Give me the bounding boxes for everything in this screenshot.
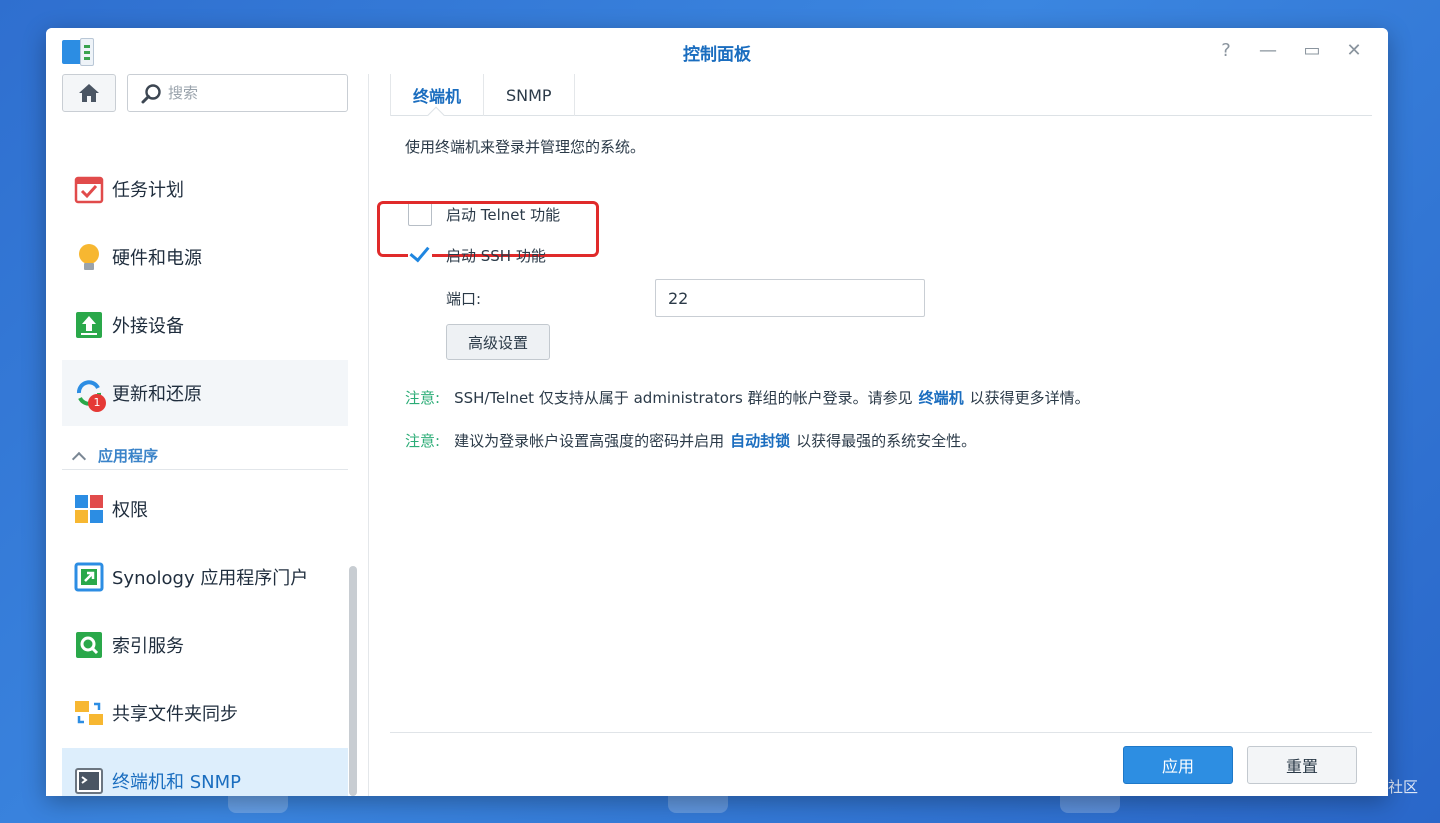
sidebar-item-indexing-service[interactable]: 索引服务 xyxy=(62,612,348,678)
note-label: 注意: xyxy=(405,432,441,450)
sidebar-item-shared-folder-sync[interactable]: 共享文件夹同步 xyxy=(62,680,348,746)
section-label: 应用程序 xyxy=(98,447,159,465)
note-row: 注意: 建议为登录帐户设置高强度的密码并启用 自动封锁 以获得最强的系统安全性。 xyxy=(405,430,976,451)
shared-folder-sync-icon xyxy=(74,698,104,728)
divider xyxy=(368,74,369,796)
sidebar: 任务计划 硬件和电源 外接设备 1 更新和还原 应用程序 xyxy=(46,74,368,796)
apply-button[interactable]: 应用 xyxy=(1123,746,1233,784)
indexing-service-icon xyxy=(74,630,104,660)
note-text: 以获得更多详情。 xyxy=(969,389,1090,407)
sidebar-item-label: 共享文件夹同步 xyxy=(112,704,238,725)
sidebar-item-label: 索引服务 xyxy=(112,636,184,657)
sidebar-item-label: 终端机和 SNMP xyxy=(112,772,241,793)
chevron-up-icon xyxy=(71,451,87,466)
home-icon xyxy=(79,84,99,102)
section-header-applications[interactable]: 应用程序 xyxy=(62,442,348,470)
auto-block-link[interactable]: 自动封锁 xyxy=(730,432,790,450)
maximize-icon[interactable]: ▭ xyxy=(1300,40,1324,62)
note-label: 注意: xyxy=(405,389,441,407)
note-text: 建议为登录帐户设置高强度的密码并启用 xyxy=(454,432,725,450)
sidebar-item-app-portal[interactable]: Synology 应用程序门户 xyxy=(62,544,348,610)
sidebar-item-label: 外接设备 xyxy=(112,316,184,337)
terminal-icon xyxy=(74,766,104,796)
external-device-icon xyxy=(74,310,104,340)
update-restore-icon: 1 xyxy=(74,378,106,412)
privileges-icon xyxy=(74,494,104,524)
app-portal-icon xyxy=(74,562,104,592)
sidebar-item-external-devices[interactable]: 外接设备 xyxy=(62,292,348,358)
sidebar-item-task-scheduler[interactable]: 任务计划 xyxy=(62,156,348,222)
sidebar-item-privileges[interactable]: 权限 xyxy=(62,476,348,542)
note-text: 以获得最强的系统安全性。 xyxy=(796,432,977,450)
sidebar-item-label: 更新和还原 xyxy=(112,384,202,405)
port-field[interactable]: 22 xyxy=(655,279,925,317)
lightbulb-icon xyxy=(74,242,104,272)
note-text: SSH/Telnet 仅支持从属于 administrators 群组的帐户登录… xyxy=(454,389,913,407)
control-panel-window: 控制面板 ? — ▭ ✕ 任务计划 硬件和 xyxy=(46,28,1388,796)
window-title: 控制面板 xyxy=(683,45,751,65)
ssh-option[interactable]: 启动 SSH 功能 xyxy=(408,243,546,267)
advanced-settings-button[interactable]: 高级设置 xyxy=(446,324,550,360)
minimize-icon[interactable]: — xyxy=(1256,40,1280,62)
help-icon[interactable]: ? xyxy=(1214,40,1238,62)
sidebar-item-label: 硬件和电源 xyxy=(112,248,202,269)
calendar-check-icon xyxy=(74,174,104,204)
sidebar-item-label: 任务计划 xyxy=(112,180,184,201)
tab-bar: 终端机 SNMP xyxy=(390,74,1372,124)
sidebar-item-label: 权限 xyxy=(112,500,148,521)
tab-snmp[interactable]: SNMP xyxy=(484,74,575,116)
search-input[interactable] xyxy=(168,82,338,104)
ssh-checkbox[interactable] xyxy=(408,243,432,267)
description-text: 使用终端机来登录并管理您的系统。 xyxy=(405,138,646,156)
terminal-help-link[interactable]: 终端机 xyxy=(919,389,964,407)
port-label: 端口: xyxy=(446,290,482,308)
note-row: 注意: SSH/Telnet 仅支持从属于 administrators 群组的帐… xyxy=(405,387,1090,408)
footer-divider xyxy=(390,732,1372,733)
notification-badge: 1 xyxy=(88,394,106,412)
main-content: 终端机 SNMP 使用终端机来登录并管理您的系统。 启动 Telnet 功能 启… xyxy=(377,74,1372,796)
reset-button[interactable]: 重置 xyxy=(1247,746,1357,784)
search-box[interactable] xyxy=(127,74,348,112)
sidebar-item-hardware-power[interactable]: 硬件和电源 xyxy=(62,224,348,290)
sidebar-item-update-restore[interactable]: 1 更新和还原 xyxy=(62,360,348,426)
sidebar-item-terminal-snmp[interactable]: 终端机和 SNMP xyxy=(62,748,348,796)
home-button[interactable] xyxy=(62,74,116,112)
close-icon[interactable]: ✕ xyxy=(1342,40,1366,62)
search-icon xyxy=(141,84,161,104)
ssh-label: 启动 SSH 功能 xyxy=(446,246,546,265)
title-bar: 控制面板 ? — ▭ ✕ xyxy=(46,28,1388,74)
sidebar-item-label: Synology 应用程序门户 xyxy=(112,568,309,589)
sidebar-scrollbar[interactable] xyxy=(349,566,357,796)
